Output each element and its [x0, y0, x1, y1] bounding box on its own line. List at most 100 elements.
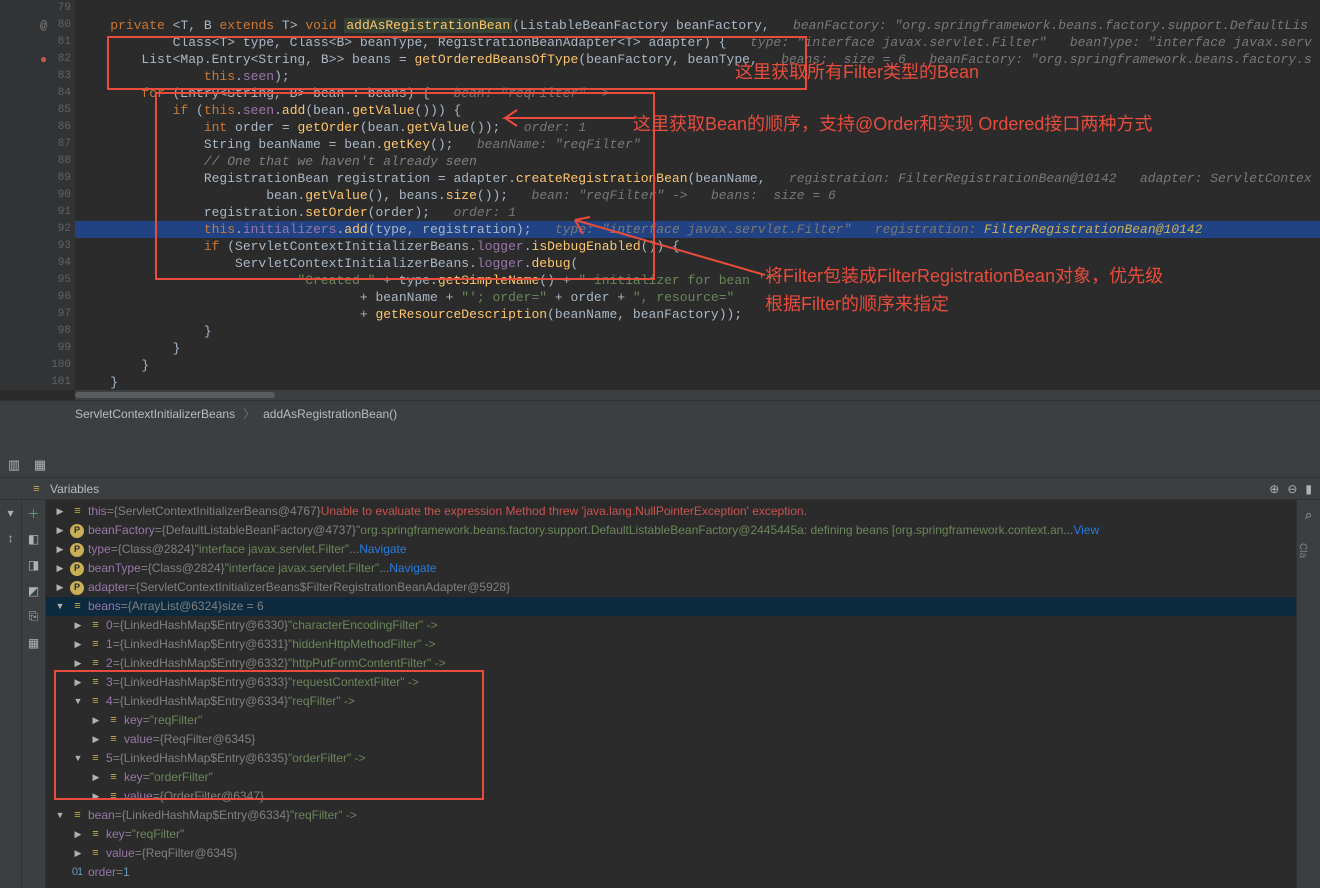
expand-arrow[interactable]: ▶ — [90, 730, 102, 749]
code-editor[interactable]: 79@8081●82838485868788899091929394959697… — [0, 0, 1320, 390]
variable-name: adapter — [88, 578, 129, 597]
variable-row[interactable]: ▼≡4 = {LinkedHashMap$Entry@6334} "reqFil… — [46, 692, 1296, 711]
variable-row[interactable]: ▼≡5 = {LinkedHashMap$Entry@6335} "orderF… — [46, 749, 1296, 768]
horizontal-scrollbar[interactable] — [75, 390, 1320, 400]
expand-arrow[interactable]: ▶ — [72, 616, 84, 635]
code-line[interactable]: } — [75, 357, 1320, 374]
expand-arrow[interactable]: ▼ — [72, 749, 84, 768]
expand-arrow[interactable]: ▶ — [72, 654, 84, 673]
variable-row[interactable]: ▶≡key = "reqFilter" — [46, 711, 1296, 730]
expand-arrow[interactable]: ▼ — [54, 597, 66, 616]
variable-row[interactable]: ▶Ptype = {Class@2824} "interface javax.s… — [46, 540, 1296, 559]
annotation-text-2: 这里获取Bean的顺序，支持@Order和实现 Ordered接口两种方式 — [633, 110, 1152, 136]
code-area[interactable]: private <T, B extends T> void addAsRegis… — [75, 0, 1320, 390]
tool-icon-4[interactable]: ▦ — [25, 634, 43, 652]
variable-string: "interface javax.servlet.Filter" — [195, 540, 350, 559]
scrollbar-thumb[interactable] — [75, 392, 275, 398]
variable-row[interactable]: ▼≡bean = {LinkedHashMap$Entry@6334} "req… — [46, 806, 1296, 825]
breadcrumb-method[interactable]: addAsRegistrationBean() — [263, 407, 397, 421]
code-line[interactable]: registration.setOrder(order); order: 1 — [75, 204, 1320, 221]
variable-row[interactable]: 01order = 1 — [46, 863, 1296, 882]
expand-arrow[interactable]: ▼ — [72, 692, 84, 711]
code-line[interactable]: + beanName + "'; order=" + order + ", re… — [75, 289, 1320, 306]
remove-watch-icon[interactable]: ⊖ — [1287, 482, 1297, 496]
variable-value: {ServletContextInitializerBeans@4767} — [114, 502, 321, 521]
expand-arrow[interactable]: ▶ — [90, 787, 102, 806]
variable-link[interactable]: Navigate — [389, 559, 436, 578]
variable-link[interactable]: Navigate — [359, 540, 406, 559]
grid-icon[interactable]: ▦ — [30, 456, 50, 476]
variables-tree[interactable]: ▶≡this = {ServletContextInitializerBeans… — [46, 500, 1296, 888]
copy-icon[interactable]: ⎘ — [25, 608, 43, 626]
code-line[interactable]: } — [75, 340, 1320, 357]
param-icon: P — [69, 524, 85, 538]
line-number: 97 — [0, 306, 71, 323]
variable-row[interactable]: ▼≡beans = {ArrayList@6324} size = 6 — [46, 597, 1296, 616]
variable-row[interactable]: ▶PbeanType = {Class@2824} "interface jav… — [46, 559, 1296, 578]
expand-arrow[interactable]: ▼ — [54, 806, 66, 825]
tool-icon-1[interactable]: ◧ — [25, 530, 43, 548]
equals-sign: = — [115, 806, 122, 825]
line-number: 87 — [0, 136, 71, 153]
filter-icon[interactable]: ▾ — [2, 504, 20, 522]
variable-row[interactable]: ▶≡3 = {LinkedHashMap$Entry@6333} "reques… — [46, 673, 1296, 692]
code-line[interactable]: String beanName = bean.getKey(); beanNam… — [75, 136, 1320, 153]
annotation-text-1: 这里获取所有Filter类型的Bean — [735, 58, 979, 84]
line-number: 92 — [0, 221, 71, 238]
variable-row[interactable]: ▶≡1 = {LinkedHashMap$Entry@6331} "hidden… — [46, 635, 1296, 654]
equals-sign: = — [129, 578, 136, 597]
variable-row[interactable]: ▶≡2 = {LinkedHashMap$Entry@6332} "httpPu… — [46, 654, 1296, 673]
variable-row[interactable]: ▶≡value = {ReqFilter@6345} — [46, 730, 1296, 749]
variable-row[interactable]: ▶≡key = "reqFilter" — [46, 825, 1296, 844]
new-watch-icon[interactable]: ＋ — [25, 504, 43, 522]
expand-arrow[interactable]: ▶ — [72, 825, 84, 844]
more-icon[interactable]: ▮ — [1305, 482, 1312, 496]
tool-icon-3[interactable]: ◩ — [25, 582, 43, 600]
expand-arrow[interactable]: ▶ — [54, 578, 66, 597]
variable-value: {ReqFilter@6345} — [160, 730, 256, 749]
equals-sign: = — [143, 711, 150, 730]
line-number: 84 — [0, 85, 71, 102]
code-line[interactable]: } — [75, 374, 1320, 390]
breadcrumb-class[interactable]: ServletContextInitializerBeans — [75, 407, 235, 421]
add-watch-icon[interactable]: ⊕ — [1269, 482, 1279, 496]
code-line[interactable]: Class<T> type, Class<B> beanType, Regist… — [75, 34, 1320, 51]
sort-icon[interactable]: ↕ — [2, 530, 20, 548]
param-icon: P — [69, 581, 85, 595]
search-icon[interactable]: ⌕ — [1297, 500, 1320, 523]
code-line[interactable]: List<Map.Entry<String, B>> beans = getOr… — [75, 51, 1320, 68]
layout-icon[interactable]: ▥ — [4, 456, 24, 476]
code-line[interactable]: RegistrationBean registration = adapter.… — [75, 170, 1320, 187]
tool-icon-2[interactable]: ◨ — [25, 556, 43, 574]
code-line[interactable]: for (Entry<String, B> bean : beans) { be… — [75, 85, 1320, 102]
variable-row[interactable]: ▶≡0 = {LinkedHashMap$Entry@6330} "charac… — [46, 616, 1296, 635]
expand-arrow[interactable]: ▶ — [72, 844, 84, 863]
variable-row[interactable]: ▶≡key = "orderFilter" — [46, 768, 1296, 787]
variable-link[interactable]: View — [1073, 521, 1099, 540]
variable-row[interactable]: ▶≡this = {ServletContextInitializerBeans… — [46, 502, 1296, 521]
variable-row[interactable]: ▶PbeanFactory = {DefaultListableBeanFact… — [46, 521, 1296, 540]
expand-arrow[interactable]: ▶ — [54, 502, 66, 521]
ellipsis: ... — [379, 559, 389, 578]
code-line[interactable] — [75, 0, 1320, 17]
variable-row[interactable]: ▶≡value = {OrderFilter@6347} — [46, 787, 1296, 806]
expand-arrow[interactable]: ▶ — [54, 521, 66, 540]
code-line[interactable]: this.seen); — [75, 68, 1320, 85]
code-line[interactable]: // One that we haven't already seen — [75, 153, 1320, 170]
variable-row[interactable]: ▶Padapter = {ServletContextInitializerBe… — [46, 578, 1296, 597]
code-line[interactable]: } — [75, 323, 1320, 340]
expand-arrow[interactable]: ▶ — [72, 673, 84, 692]
expand-arrow[interactable]: ▶ — [54, 559, 66, 578]
variable-name: 3 — [106, 673, 113, 692]
object-icon: ≡ — [105, 787, 121, 806]
expand-arrow[interactable]: ▶ — [90, 768, 102, 787]
code-line[interactable]: + getResourceDescription(beanName, beanF… — [75, 306, 1320, 323]
variable-value: {ArrayList@6324} — [128, 597, 222, 616]
expand-arrow[interactable]: ▶ — [90, 711, 102, 730]
expand-arrow[interactable]: ▶ — [72, 635, 84, 654]
expand-arrow[interactable]: ▶ — [54, 540, 66, 559]
code-line[interactable]: private <T, B extends T> void addAsRegis… — [75, 17, 1320, 34]
code-line[interactable]: bean.getValue(), beans.size()); bean: "r… — [75, 187, 1320, 204]
variable-row[interactable]: ▶≡value = {ReqFilter@6345} — [46, 844, 1296, 863]
equals-sign: = — [111, 540, 118, 559]
